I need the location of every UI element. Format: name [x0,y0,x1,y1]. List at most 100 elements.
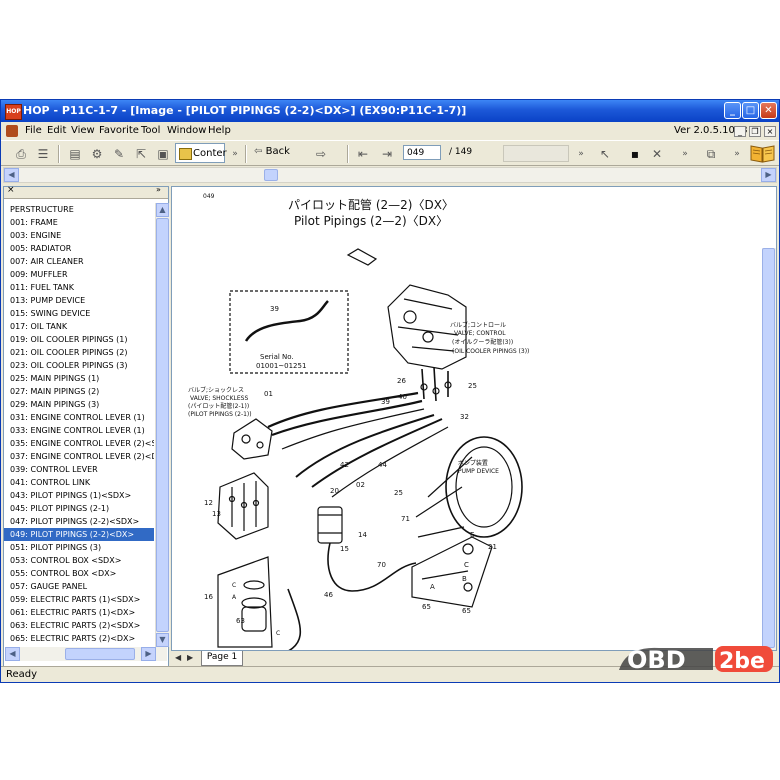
tree-item[interactable]: 025: MAIN PIPINGS (1) [4,372,154,385]
scroll-up-icon[interactable]: ▲ [156,203,169,217]
scroll-right-icon[interactable]: ▶ [141,647,156,661]
help-book-icon[interactable] [750,143,775,163]
tab-prev-icon[interactable]: ◀ [175,653,181,662]
tree-item[interactable]: 017: OIL TANK [4,320,154,333]
tree-item[interactable]: 043: PILOT PIPINGS (1)<SDX> [4,489,154,502]
menu-favorite[interactable]: Favorite [99,125,139,136]
tree-item[interactable]: 015: SWING DEVICE [4,307,154,320]
arrow-left-icon: ⇦ [254,146,263,157]
logo-text-obd: OBD [627,646,686,674]
document-icon[interactable] [6,125,18,137]
scroll-left-icon[interactable]: ◀ [4,168,19,182]
tree-item[interactable]: 031: ENGINE CONTROL LEVER (1) [4,411,154,424]
export-icon[interactable]: ⇱ [133,146,149,162]
clipboard-icon[interactable]: ▣ [155,146,171,162]
menu-view[interactable]: View [71,125,95,136]
database-icon[interactable]: ☰ [35,146,51,162]
tree-item[interactable]: 011: FUEL TANK [4,281,154,294]
contents-button[interactable]: Conter [175,143,227,163]
maximize-button[interactable]: □ [742,102,759,119]
tree-item[interactable]: 005: RADIATOR [4,242,154,255]
top-horizontal-scrollbar[interactable]: ◀ ▶ [3,167,777,183]
tab-page-1[interactable]: Page 1 [201,651,243,666]
panel-header: × » [4,185,168,199]
tree-item[interactable]: 013: PUMP DEVICE [4,294,154,307]
save-icon[interactable]: ▪ [627,146,643,162]
tree-item[interactable]: 065: ELECTRIC PARTS (2)<DX> [4,632,154,645]
tree-item[interactable]: 033: ENGINE CONTROL LEVER (1) [4,424,154,437]
tree-item[interactable]: 029: MAIN PIPINGS (3) [4,398,154,411]
tree-item[interactable]: 063: ELECTRIC PARTS (2)<SDX> [4,619,154,632]
gear-icon[interactable]: ⚙ [89,146,105,162]
contents-label: Conter [193,148,227,159]
page-number-input[interactable]: 049 [403,145,441,160]
menu-help[interactable]: Help [208,125,231,136]
chevron-more-icon[interactable]: » [677,146,693,162]
tree-item[interactable]: 001: FRAME [4,216,154,229]
scroll-right-icon[interactable]: ▶ [761,168,776,182]
image-viewer[interactable]: 049 パイロット配管 (2—2)〈DX〉 Pilot Pipings (2—2… [171,186,777,651]
tree-item[interactable]: 057: GAUGE PANEL [4,580,154,593]
tree-item[interactable]: 053: CONTROL BOX <SDX> [4,554,154,567]
chevron-more-icon[interactable]: » [227,146,243,162]
search-combo[interactable] [503,145,569,162]
tab-next-icon[interactable]: ▶ [187,653,193,662]
tree-item[interactable]: 023: OIL COOLER PIPINGS (3) [4,359,154,372]
menu-edit[interactable]: Edit [47,125,66,136]
scroll-thumb[interactable] [762,248,775,648]
panel-collapse-icon[interactable]: » [156,185,161,194]
close-button[interactable]: ✕ [760,102,777,119]
mdi-close-button[interactable]: × [764,126,776,137]
tree-item[interactable]: 007: AIR CLEANER [4,255,154,268]
pointer-icon[interactable]: ↖ [597,146,613,162]
mdi-minimize-button[interactable]: _ [734,126,746,137]
first-page-icon[interactable]: ⇤ [355,146,371,162]
minimize-button[interactable]: _ [724,102,741,119]
tree-item[interactable]: 041: CONTROL LINK [4,476,154,489]
tree-item[interactable]: 037: ENGINE CONTROL LEVER (2)<DX [4,450,154,463]
mdi-restore-button[interactable]: ❐ [749,126,761,137]
diagram-page-number: 049 [203,193,215,200]
delete-icon[interactable]: ✕ [649,146,665,162]
menu-tool[interactable]: Tool [141,125,160,136]
callout-15: 15 [340,545,349,553]
tree-item[interactable]: 035: ENGINE CONTROL LEVER (2)<SD [4,437,154,450]
menu-file[interactable]: File [25,125,42,136]
tree-item[interactable]: 003: ENGINE [4,229,154,242]
tree-item[interactable]: 059: ELECTRIC PARTS (1)<SDX> [4,593,154,606]
scroll-down-icon[interactable]: ▼ [156,633,169,647]
tree-item[interactable]: 021: OIL COOLER PIPINGS (2) [4,346,154,359]
scroll-thumb[interactable] [264,169,278,181]
callout-12: 12 [204,499,213,507]
scroll-thumb[interactable] [65,648,135,660]
title-bar[interactable]: HOP HOP - P11C-1-7 - [Image - [PILOT PIP… [1,100,779,122]
tools-icon[interactable]: ✎ [111,146,127,162]
tree-item[interactable]: 039: CONTROL LEVER [4,463,154,476]
tree-item[interactable]: 009: MUFFLER [4,268,154,281]
tree-item[interactable]: 027: MAIN PIPINGS (2) [4,385,154,398]
tree-item[interactable]: 051: PILOT PIPINGS (3) [4,541,154,554]
tree-item[interactable]: 019: OIL COOLER PIPINGS (1) [4,333,154,346]
chevron-more-icon[interactable]: » [573,146,589,162]
tree-item[interactable]: 055: CONTROL BOX <DX> [4,567,154,580]
copy-icon[interactable]: ⧉ [703,146,719,162]
viewer-vertical-scrollbar[interactable] [762,248,776,650]
tree-item[interactable]: 061: ELECTRIC PARTS (1)<DX> [4,606,154,619]
chevron-more-icon[interactable]: » [729,146,745,162]
scroll-left-icon[interactable]: ◀ [5,647,20,661]
tree-item[interactable]: 045: PILOT PIPINGS (2-1) [4,502,154,515]
tree-item[interactable]: PERSTRUCTURE [4,203,154,216]
last-page-icon[interactable]: ⇥ [379,146,395,162]
book-icon[interactable]: ▤ [67,146,83,162]
tree-item[interactable]: 047: PILOT PIPINGS (2-2)<SDX> [4,515,154,528]
tree-item[interactable]: 049: PILOT PIPINGS (2-2)<DX> [4,528,154,541]
tree-vertical-scrollbar[interactable]: ▲ ▼ [155,203,170,647]
menu-window[interactable]: Window [167,125,206,136]
scroll-thumb[interactable] [156,218,169,632]
contents-tree[interactable]: PERSTRUCTURE 001: FRAME 003: ENGINE 005: RA… [4,203,154,647]
tree-horizontal-scrollbar[interactable]: ◀ ▶ [5,647,167,661]
panel-menu-icon[interactable]: × [7,185,15,195]
print-icon[interactable]: ⎙ [13,146,29,162]
back-button[interactable]: ⇦ Back [254,146,290,157]
forward-arrow-icon[interactable]: ⇨ [313,146,329,162]
